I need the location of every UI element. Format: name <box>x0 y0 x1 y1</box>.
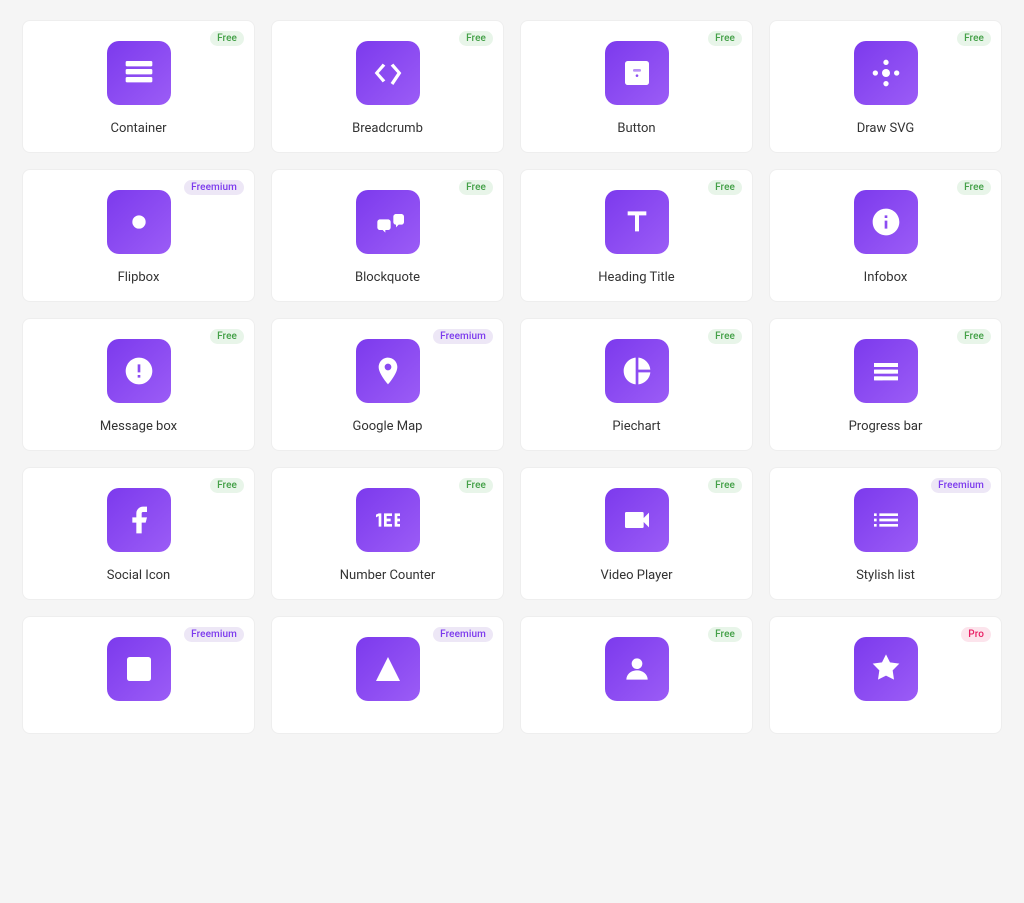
card-label-progress-bar: Progress bar <box>849 419 923 434</box>
icon-wrap-number-counter <box>356 488 420 552</box>
icon-wrap-flipbox <box>107 190 171 254</box>
card-message-box[interactable]: Free Message box <box>22 318 255 451</box>
badge-number-counter: Free <box>459 478 493 493</box>
badge-infobox: Free <box>957 180 991 195</box>
badge-progress-bar: Free <box>957 329 991 344</box>
icon-wrap-infobox <box>854 190 918 254</box>
card-label-stylish-list: Stylish list <box>856 568 915 583</box>
card-flipbox[interactable]: Freemium Flipbox <box>22 169 255 302</box>
card-number-counter[interactable]: Free Number Counter <box>271 467 504 600</box>
badge-heading-title: Free <box>708 180 742 195</box>
card-label-blockquote: Blockquote <box>355 270 420 285</box>
card-heading-title[interactable]: Free Heading Title <box>520 169 753 302</box>
badge-social-icon: Free <box>210 478 244 493</box>
icon-wrap-blockquote <box>356 190 420 254</box>
icon-wrap-bottom-4 <box>854 637 918 701</box>
icon-wrap-google-map <box>356 339 420 403</box>
card-label-number-counter: Number Counter <box>340 568 435 583</box>
icon-wrap-heading-title <box>605 190 669 254</box>
badge-stylish-list: Freemium <box>931 478 991 493</box>
badge-piechart: Free <box>708 329 742 344</box>
card-bottom-3[interactable]: Free <box>520 616 753 734</box>
icon-wrap-progress-bar <box>854 339 918 403</box>
icon-wrap-stylish-list <box>854 488 918 552</box>
card-label-message-box: Message box <box>100 419 177 434</box>
badge-google-map: Freemium <box>433 329 493 344</box>
card-label-flipbox: Flipbox <box>118 270 160 285</box>
card-label-social-icon: Social Icon <box>107 568 171 583</box>
card-container[interactable]: Free Container <box>22 20 255 153</box>
badge-flipbox: Freemium <box>184 180 244 195</box>
card-bottom-2[interactable]: Freemium <box>271 616 504 734</box>
card-label-breadcrumb: Breadcrumb <box>352 121 423 136</box>
card-piechart[interactable]: Free Piechart <box>520 318 753 451</box>
card-google-map[interactable]: Freemium Google Map <box>271 318 504 451</box>
icon-wrap-bottom-1 <box>107 637 171 701</box>
badge-container: Free <box>210 31 244 46</box>
badge-bottom-1: Freemium <box>184 627 244 642</box>
icon-wrap-container <box>107 41 171 105</box>
icon-wrap-message-box <box>107 339 171 403</box>
card-label-infobox: Infobox <box>864 270 908 285</box>
icon-wrap-draw-svg <box>854 41 918 105</box>
card-button[interactable]: Free Button <box>520 20 753 153</box>
card-blockquote[interactable]: Free Blockquote <box>271 169 504 302</box>
icon-wrap-social-icon <box>107 488 171 552</box>
card-video-player[interactable]: Free Video Player <box>520 467 753 600</box>
card-label-google-map: Google Map <box>353 419 423 434</box>
badge-draw-svg: Free <box>957 31 991 46</box>
card-stylish-list[interactable]: Freemium Stylish list <box>769 467 1002 600</box>
icon-wrap-button <box>605 41 669 105</box>
badge-bottom-2: Freemium <box>433 627 493 642</box>
icon-wrap-piechart <box>605 339 669 403</box>
icon-wrap-video-player <box>605 488 669 552</box>
card-label-container: Container <box>110 121 166 136</box>
badge-bottom-3: Free <box>708 627 742 642</box>
badge-message-box: Free <box>210 329 244 344</box>
badge-blockquote: Free <box>459 180 493 195</box>
card-infobox[interactable]: Free Infobox <box>769 169 1002 302</box>
badge-bottom-4: Pro <box>961 627 991 642</box>
widget-grid: Free Container Free Breadcrumb Free Butt… <box>22 20 1002 734</box>
card-bottom-4[interactable]: Pro <box>769 616 1002 734</box>
card-social-icon[interactable]: Free Social Icon <box>22 467 255 600</box>
card-label-video-player: Video Player <box>600 568 672 583</box>
icon-wrap-breadcrumb <box>356 41 420 105</box>
icon-wrap-bottom-3 <box>605 637 669 701</box>
icon-wrap-bottom-2 <box>356 637 420 701</box>
badge-breadcrumb: Free <box>459 31 493 46</box>
card-breadcrumb[interactable]: Free Breadcrumb <box>271 20 504 153</box>
card-draw-svg[interactable]: Free Draw SVG <box>769 20 1002 153</box>
card-bottom-1[interactable]: Freemium <box>22 616 255 734</box>
card-label-piechart: Piechart <box>612 419 660 434</box>
card-progress-bar[interactable]: Free Progress bar <box>769 318 1002 451</box>
card-label-draw-svg: Draw SVG <box>857 121 915 136</box>
badge-button: Free <box>708 31 742 46</box>
card-label-button: Button <box>617 121 655 136</box>
badge-video-player: Free <box>708 478 742 493</box>
card-label-heading-title: Heading Title <box>598 270 674 285</box>
